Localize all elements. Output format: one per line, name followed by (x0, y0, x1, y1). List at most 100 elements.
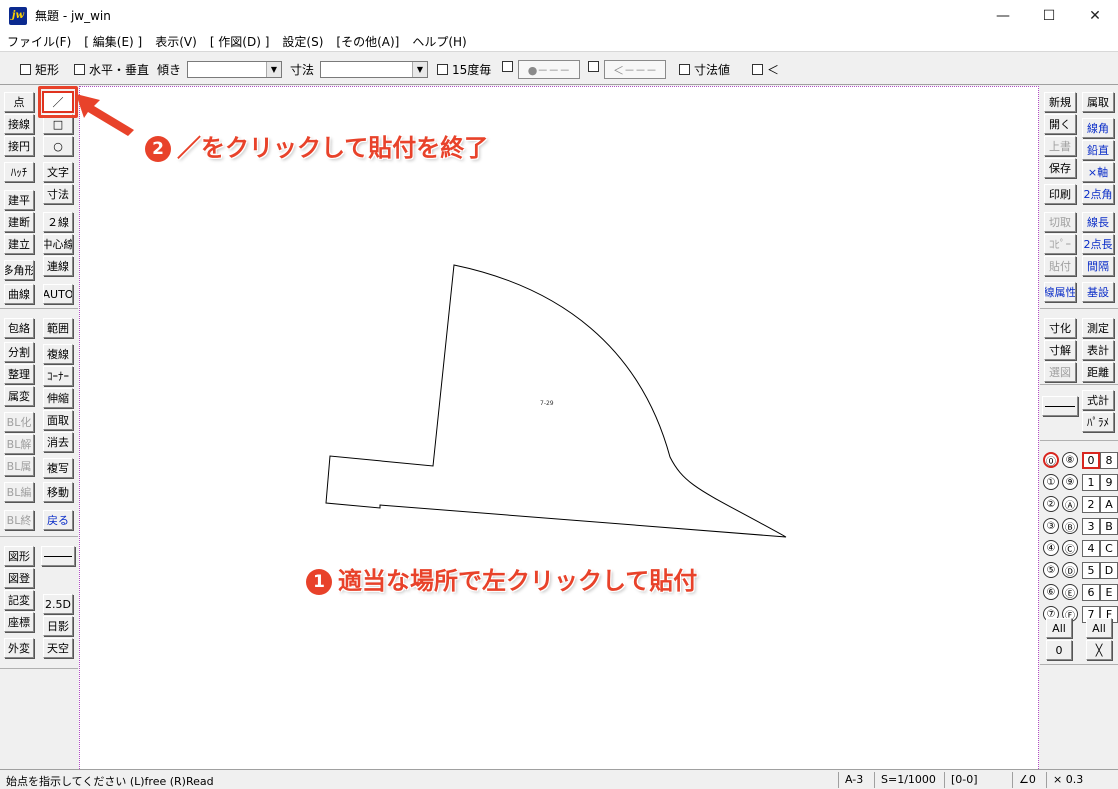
pen-layer-0[interactable]: ⓪ (1043, 452, 1059, 468)
hv-option[interactable]: 水平・垂直 (74, 61, 149, 78)
right-tool2-5[interactable]: 線長 (1082, 212, 1114, 232)
status-scale[interactable]: S=1/1000 (874, 772, 936, 788)
deg15-checkbox[interactable] (437, 64, 448, 75)
left-tool2-6[interactable]: 範囲 (43, 318, 73, 338)
pen-layer-10[interactable]: Ⓐ (1062, 496, 1078, 512)
left-tool2-11[interactable]: 消去 (43, 432, 73, 452)
right-tool2-8[interactable]: 基設 (1082, 282, 1114, 302)
pen-layer-12[interactable]: Ⓒ (1062, 540, 1078, 556)
pen-layer-9[interactable]: ⑨ (1062, 474, 1078, 490)
left-tool-12[interactable]: 属変 (4, 386, 34, 406)
menu-settings[interactable]: 設定(S) (275, 33, 329, 50)
right-tool2-3[interactable]: ×軸 (1082, 162, 1114, 182)
right-tool-2[interactable]: 上書 (1044, 136, 1076, 156)
right-tool2-12[interactable]: 式計 (1082, 390, 1114, 410)
pen-layer-2[interactable]: ② (1043, 496, 1059, 512)
right-tool-0[interactable]: 新規 (1044, 92, 1076, 112)
left-tool-6[interactable]: 建立 (4, 234, 34, 254)
left-tool-7[interactable]: 多角形 (4, 260, 34, 280)
left-tool-13[interactable]: BL化 (4, 412, 34, 432)
left-tool-3[interactable]: ﾊｯﾁ (4, 162, 34, 182)
left-tool2-4[interactable]: 連線 (43, 256, 73, 276)
deg15-option[interactable]: 15度毎 (437, 61, 491, 78)
layer-group-0[interactable]: 0 (1082, 452, 1100, 469)
right-tool2-7[interactable]: 間隔 (1082, 256, 1114, 276)
status-angle[interactable]: ∠0 (1012, 772, 1036, 788)
pen-layer-1[interactable]: ① (1043, 474, 1059, 490)
layer-group-13[interactable]: D (1100, 562, 1118, 579)
pen-layer-13[interactable]: Ⓓ (1062, 562, 1078, 578)
circle-dash-button[interactable]: ●－－－ (518, 60, 580, 79)
dimval-option[interactable]: 寸法値 (679, 61, 730, 78)
pen-layer-4[interactable]: ④ (1043, 540, 1059, 556)
slope-combo[interactable]: ▼ (187, 61, 282, 78)
left-tool2-5[interactable]: AUTO (43, 284, 73, 304)
right-tool-4[interactable]: 印刷 (1044, 184, 1076, 204)
maximize-button[interactable]: ☐ (1026, 0, 1072, 31)
menu-view[interactable]: 表示(V) (148, 33, 203, 50)
right-tool-6[interactable]: ｺﾋﾟｰ (1044, 234, 1076, 254)
all-layer-button[interactable]: All (1086, 618, 1112, 638)
left-tool-8[interactable]: 曲線 (4, 284, 34, 304)
left-tool-2[interactable]: 接円 (4, 136, 34, 156)
left-tool2-9[interactable]: 伸縮 (43, 388, 73, 408)
right-tool2-6[interactable]: 2点長 (1082, 234, 1114, 254)
minimize-button[interactable]: — (980, 0, 1026, 31)
pen-layer-6[interactable]: ⑥ (1043, 584, 1059, 600)
layer-group-2[interactable]: 2 (1082, 496, 1100, 513)
right-tool2-0[interactable]: 属取 (1082, 92, 1114, 112)
left-tool-19[interactable]: 図登 (4, 568, 34, 588)
left-tool2-16[interactable]: 日影 (43, 616, 73, 636)
lt-option[interactable]: ＜ (752, 61, 779, 78)
layer-group-4[interactable]: 4 (1082, 540, 1100, 557)
layer-group-3[interactable]: 3 (1082, 518, 1100, 535)
layer-group-1[interactable]: 1 (1082, 474, 1100, 491)
right-tool-10[interactable]: 寸解 (1044, 340, 1076, 360)
pen-layer-11[interactable]: Ⓑ (1062, 518, 1078, 534)
cross-icon[interactable]: ╳ (1086, 640, 1112, 660)
right-tool-8[interactable]: 線属性 (1044, 282, 1076, 302)
left-tool2-0[interactable]: 文字 (43, 162, 73, 182)
dim-combo[interactable]: ▼ (320, 61, 428, 78)
left-tool2-10[interactable]: 面取 (43, 410, 73, 430)
layer-group-6[interactable]: 6 (1082, 584, 1100, 601)
pen-layer-5[interactable]: ⑤ (1043, 562, 1059, 578)
status-paper[interactable]: A-3 (838, 772, 863, 788)
left-tool-14[interactable]: BL解 (4, 434, 34, 454)
menu-file[interactable]: ファイル(F) (0, 33, 77, 50)
hv-checkbox[interactable] (74, 64, 85, 75)
right-tool-5[interactable]: 切取 (1044, 212, 1076, 232)
left-tool2-13[interactable]: 移動 (43, 482, 73, 502)
layer-group-11[interactable]: B (1100, 518, 1118, 535)
left-tool-20[interactable]: 記変 (4, 590, 34, 610)
left-tool-15[interactable]: BL属 (4, 456, 34, 476)
right-tool2-10[interactable]: 表計 (1082, 340, 1114, 360)
left-tool2-1[interactable]: 寸法 (43, 184, 73, 204)
menu-other[interactable]: [その他(A)] (329, 33, 405, 50)
lt-checkbox[interactable] (752, 64, 763, 75)
left-tool2-2[interactable]: ２線 (43, 212, 73, 232)
zero-button[interactable]: 0 (1046, 640, 1072, 660)
arrow-checkbox[interactable] (588, 61, 599, 72)
pen-layer-14[interactable]: Ⓔ (1062, 584, 1078, 600)
status-layer[interactable]: [0-0] (944, 772, 978, 788)
left-tool2-8[interactable]: ｺｰﾅｰ (43, 366, 73, 386)
right-tool-9[interactable]: 寸化 (1044, 318, 1076, 338)
right-tool2-9[interactable]: 測定 (1082, 318, 1114, 338)
right-tool2-1[interactable]: 線角 (1082, 118, 1114, 138)
left-tool2-15[interactable]: 2.5D (43, 594, 73, 614)
right-tool-1[interactable]: 開く (1044, 114, 1076, 134)
right-tool2-13[interactable]: ﾊﾟﾗﾒ (1082, 412, 1114, 432)
right-tool2-11[interactable]: 距離 (1082, 362, 1114, 382)
layer-group-10[interactable]: A (1100, 496, 1118, 513)
left-tool-1[interactable]: 接線 (4, 114, 34, 134)
pen-layer-3[interactable]: ③ (1043, 518, 1059, 534)
menu-draw[interactable]: [ 作図(D) ] (203, 33, 276, 50)
rect-option[interactable]: 矩形 (20, 61, 59, 78)
left-tool-17[interactable]: BL終 (4, 510, 34, 530)
line-style-preview[interactable] (41, 546, 75, 566)
left-tool-9[interactable]: 包絡 (4, 318, 34, 338)
dimval-checkbox[interactable] (679, 64, 690, 75)
left-tool-18[interactable]: 図形 (4, 546, 34, 566)
right-tool2-2[interactable]: 鉛直 (1082, 140, 1114, 160)
